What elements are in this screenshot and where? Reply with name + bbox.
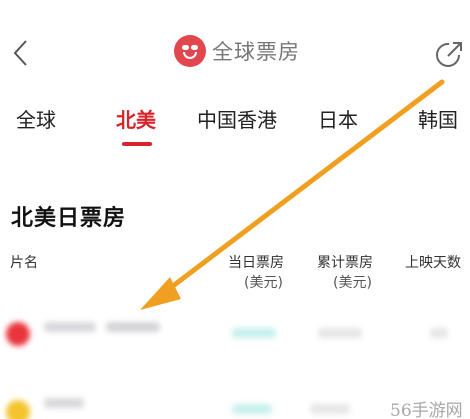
- page-title: 全球票房: [212, 40, 300, 64]
- movie-poster: [6, 400, 30, 419]
- section-title: 北美日票房: [11, 206, 127, 231]
- header-bar: 全球票房: [0, 0, 470, 100]
- daily-gross-blurred: [232, 328, 276, 338]
- table-row[interactable]: [0, 314, 470, 354]
- back-button[interactable]: [8, 36, 34, 70]
- tab-global[interactable]: 全球: [16, 104, 56, 133]
- total-gross-blurred: [318, 328, 362, 338]
- movie-subtitle-blurred: [106, 322, 160, 332]
- smiley-logo-icon: [174, 35, 206, 67]
- tab-korea[interactable]: 韩国: [418, 104, 458, 133]
- watermark: 56手游网: [390, 401, 463, 419]
- movie-poster: [6, 322, 30, 346]
- column-header-days[interactable]: 上映天数: [405, 252, 461, 272]
- column-header-total-gross[interactable]: 累计票房: [317, 252, 373, 272]
- share-icon: [436, 42, 462, 67]
- movie-title-blurred: [44, 398, 84, 408]
- total-gross-blurred: [310, 404, 350, 414]
- column-subheader-total-unit: (美元): [333, 275, 372, 291]
- days-blurred: [430, 328, 448, 338]
- page-title-group: 全球票房: [174, 34, 300, 68]
- movie-title-blurred: [44, 322, 96, 332]
- active-tab-indicator: [122, 142, 152, 146]
- share-button[interactable]: [432, 38, 466, 72]
- daily-gross-blurred: [232, 404, 272, 414]
- region-tabs: 全球 北美 中国香港 日本 韩国: [0, 100, 470, 150]
- column-header-daily-gross[interactable]: 当日票房: [228, 252, 284, 272]
- tab-hong-kong[interactable]: 中国香港: [197, 104, 277, 133]
- column-subheader-daily-unit: (美元): [244, 275, 283, 291]
- column-header-title: 片名: [10, 255, 38, 271]
- chevron-left-icon: [13, 40, 27, 66]
- tab-japan[interactable]: 日本: [318, 104, 358, 133]
- tab-north-america[interactable]: 北美: [116, 104, 156, 133]
